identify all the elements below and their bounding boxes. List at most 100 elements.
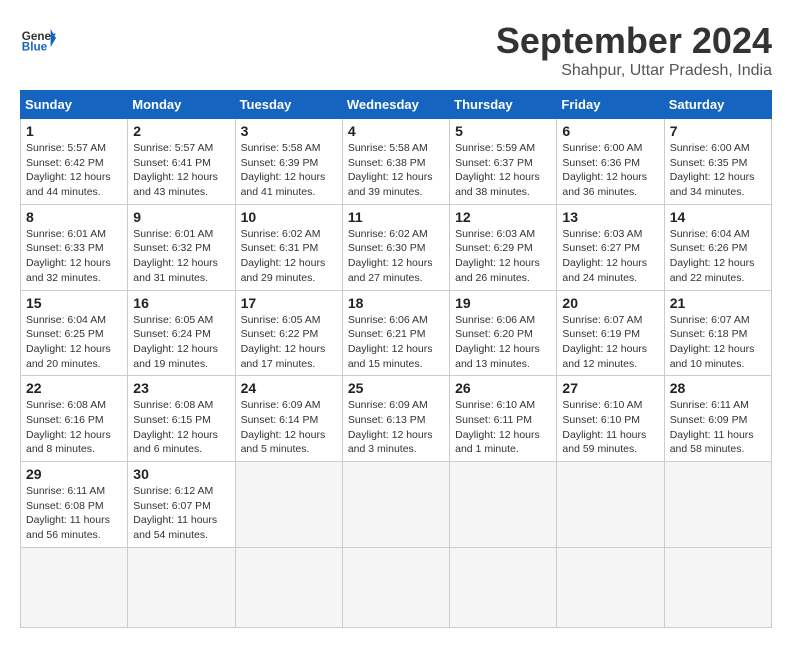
header-friday: Friday: [557, 91, 664, 119]
table-row: 9 Sunrise: 6:01 AMSunset: 6:32 PMDayligh…: [128, 204, 235, 290]
table-row: 19 Sunrise: 6:06 AMSunset: 6:20 PMDaylig…: [450, 290, 557, 376]
day-info: Sunrise: 6:06 AMSunset: 6:21 PMDaylight:…: [348, 313, 444, 372]
day-info: Sunrise: 6:01 AMSunset: 6:32 PMDaylight:…: [133, 227, 229, 286]
table-row: 25 Sunrise: 6:09 AMSunset: 6:13 PMDaylig…: [342, 376, 449, 462]
day-number: 25: [348, 380, 444, 396]
calendar-row: 8 Sunrise: 6:01 AMSunset: 6:33 PMDayligh…: [21, 204, 772, 290]
day-info: Sunrise: 6:08 AMSunset: 6:16 PMDaylight:…: [26, 398, 122, 457]
day-info: Sunrise: 6:10 AMSunset: 6:10 PMDaylight:…: [562, 398, 658, 457]
day-number: 18: [348, 295, 444, 311]
day-info: Sunrise: 6:08 AMSunset: 6:15 PMDaylight:…: [133, 398, 229, 457]
day-number: 29: [26, 466, 122, 482]
header-saturday: Saturday: [664, 91, 771, 119]
table-row: 18 Sunrise: 6:06 AMSunset: 6:21 PMDaylig…: [342, 290, 449, 376]
table-row: 29 Sunrise: 6:11 AMSunset: 6:08 PMDaylig…: [21, 462, 128, 548]
header-tuesday: Tuesday: [235, 91, 342, 119]
day-info: Sunrise: 6:04 AMSunset: 6:25 PMDaylight:…: [26, 313, 122, 372]
day-number: 26: [455, 380, 551, 396]
day-info: Sunrise: 6:00 AMSunset: 6:36 PMDaylight:…: [562, 141, 658, 200]
day-info: Sunrise: 6:02 AMSunset: 6:31 PMDaylight:…: [241, 227, 337, 286]
day-info: Sunrise: 6:00 AMSunset: 6:35 PMDaylight:…: [670, 141, 766, 200]
day-number: 15: [26, 295, 122, 311]
calendar-row: 1 Sunrise: 5:57 AMSunset: 6:42 PMDayligh…: [21, 119, 772, 205]
calendar-table: Sunday Monday Tuesday Wednesday Thursday…: [20, 90, 772, 628]
day-number: 8: [26, 209, 122, 225]
day-info: Sunrise: 6:07 AMSunset: 6:19 PMDaylight:…: [562, 313, 658, 372]
svg-text:Blue: Blue: [22, 41, 48, 54]
day-number: 4: [348, 123, 444, 139]
calendar-body: 1 Sunrise: 5:57 AMSunset: 6:42 PMDayligh…: [21, 119, 772, 628]
day-number: 17: [241, 295, 337, 311]
day-info: Sunrise: 6:07 AMSunset: 6:18 PMDaylight:…: [670, 313, 766, 372]
table-row: [557, 547, 664, 627]
header-wednesday: Wednesday: [342, 91, 449, 119]
table-row: [664, 547, 771, 627]
table-row: 20 Sunrise: 6:07 AMSunset: 6:19 PMDaylig…: [557, 290, 664, 376]
day-info: Sunrise: 5:57 AMSunset: 6:42 PMDaylight:…: [26, 141, 122, 200]
table-row: [235, 462, 342, 548]
day-info: Sunrise: 6:05 AMSunset: 6:24 PMDaylight:…: [133, 313, 229, 372]
day-info: Sunrise: 6:03 AMSunset: 6:29 PMDaylight:…: [455, 227, 551, 286]
day-number: 27: [562, 380, 658, 396]
table-row: 14 Sunrise: 6:04 AMSunset: 6:26 PMDaylig…: [664, 204, 771, 290]
table-row: 3 Sunrise: 5:58 AMSunset: 6:39 PMDayligh…: [235, 119, 342, 205]
day-number: 10: [241, 209, 337, 225]
day-number: 1: [26, 123, 122, 139]
table-row: [450, 462, 557, 548]
table-row: 1 Sunrise: 5:57 AMSunset: 6:42 PMDayligh…: [21, 119, 128, 205]
table-row: [342, 462, 449, 548]
day-info: Sunrise: 5:57 AMSunset: 6:41 PMDaylight:…: [133, 141, 229, 200]
day-number: 16: [133, 295, 229, 311]
table-row: 12 Sunrise: 6:03 AMSunset: 6:29 PMDaylig…: [450, 204, 557, 290]
table-row: 2 Sunrise: 5:57 AMSunset: 6:41 PMDayligh…: [128, 119, 235, 205]
table-row: 11 Sunrise: 6:02 AMSunset: 6:30 PMDaylig…: [342, 204, 449, 290]
day-info: Sunrise: 6:09 AMSunset: 6:14 PMDaylight:…: [241, 398, 337, 457]
day-info: Sunrise: 6:02 AMSunset: 6:30 PMDaylight:…: [348, 227, 444, 286]
day-number: 2: [133, 123, 229, 139]
day-number: 28: [670, 380, 766, 396]
day-info: Sunrise: 6:05 AMSunset: 6:22 PMDaylight:…: [241, 313, 337, 372]
title-area: September 2024 Shahpur, Uttar Pradesh, I…: [496, 20, 772, 80]
table-row: 30 Sunrise: 6:12 AMSunset: 6:07 PMDaylig…: [128, 462, 235, 548]
day-info: Sunrise: 6:04 AMSunset: 6:26 PMDaylight:…: [670, 227, 766, 286]
weekday-header-row: Sunday Monday Tuesday Wednesday Thursday…: [21, 91, 772, 119]
table-row: 23 Sunrise: 6:08 AMSunset: 6:15 PMDaylig…: [128, 376, 235, 462]
table-row: 10 Sunrise: 6:02 AMSunset: 6:31 PMDaylig…: [235, 204, 342, 290]
day-info: Sunrise: 5:59 AMSunset: 6:37 PMDaylight:…: [455, 141, 551, 200]
day-number: 12: [455, 209, 551, 225]
day-number: 24: [241, 380, 337, 396]
day-info: Sunrise: 6:10 AMSunset: 6:11 PMDaylight:…: [455, 398, 551, 457]
table-row: [557, 462, 664, 548]
day-number: 5: [455, 123, 551, 139]
table-row: 26 Sunrise: 6:10 AMSunset: 6:11 PMDaylig…: [450, 376, 557, 462]
day-number: 7: [670, 123, 766, 139]
table-row: [128, 547, 235, 627]
table-row: [664, 462, 771, 548]
day-number: 6: [562, 123, 658, 139]
month-title: September 2024: [496, 20, 772, 62]
calendar-row: 29 Sunrise: 6:11 AMSunset: 6:08 PMDaylig…: [21, 462, 772, 548]
header-monday: Monday: [128, 91, 235, 119]
day-info: Sunrise: 5:58 AMSunset: 6:38 PMDaylight:…: [348, 141, 444, 200]
day-number: 19: [455, 295, 551, 311]
table-row: 5 Sunrise: 5:59 AMSunset: 6:37 PMDayligh…: [450, 119, 557, 205]
calendar-row: 22 Sunrise: 6:08 AMSunset: 6:16 PMDaylig…: [21, 376, 772, 462]
day-info: Sunrise: 6:11 AMSunset: 6:08 PMDaylight:…: [26, 484, 122, 543]
table-row: [450, 547, 557, 627]
day-info: Sunrise: 6:09 AMSunset: 6:13 PMDaylight:…: [348, 398, 444, 457]
table-row: 8 Sunrise: 6:01 AMSunset: 6:33 PMDayligh…: [21, 204, 128, 290]
table-row: 15 Sunrise: 6:04 AMSunset: 6:25 PMDaylig…: [21, 290, 128, 376]
table-row: [21, 547, 128, 627]
day-number: 23: [133, 380, 229, 396]
day-number: 14: [670, 209, 766, 225]
table-row: 22 Sunrise: 6:08 AMSunset: 6:16 PMDaylig…: [21, 376, 128, 462]
day-info: Sunrise: 6:11 AMSunset: 6:09 PMDaylight:…: [670, 398, 766, 457]
day-info: Sunrise: 5:58 AMSunset: 6:39 PMDaylight:…: [241, 141, 337, 200]
calendar-row: 15 Sunrise: 6:04 AMSunset: 6:25 PMDaylig…: [21, 290, 772, 376]
table-row: [342, 547, 449, 627]
day-number: 11: [348, 209, 444, 225]
calendar-row: [21, 547, 772, 627]
day-info: Sunrise: 6:03 AMSunset: 6:27 PMDaylight:…: [562, 227, 658, 286]
day-info: Sunrise: 6:01 AMSunset: 6:33 PMDaylight:…: [26, 227, 122, 286]
day-info: Sunrise: 6:06 AMSunset: 6:20 PMDaylight:…: [455, 313, 551, 372]
